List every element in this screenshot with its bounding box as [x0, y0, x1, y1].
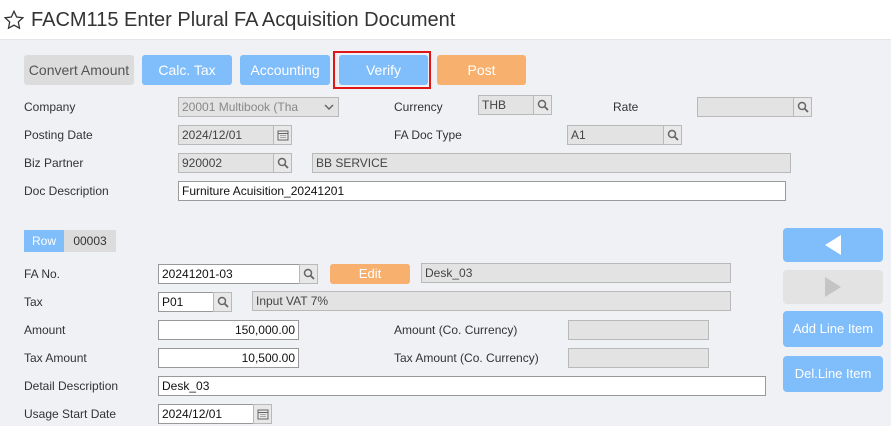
search-icon[interactable]	[533, 95, 552, 115]
rate-label: Rate	[613, 100, 639, 114]
amount-co-label: Amount (Co. Currency)	[394, 323, 518, 337]
company-value: 20001 Multibook (Tha	[182, 100, 299, 114]
doc-description-field[interactable]: Furniture Acuisition_20241201	[178, 181, 786, 201]
chevron-down-icon	[324, 98, 334, 116]
detail-description-label: Detail Description	[24, 379, 119, 393]
doc-description-label: Doc Description	[24, 184, 109, 198]
row-number: 00003	[64, 230, 116, 252]
search-icon[interactable]	[213, 292, 232, 312]
amount-co-field	[568, 320, 709, 340]
previous-row-button[interactable]	[783, 228, 883, 262]
usage-start-date-label: Usage Start Date	[24, 407, 117, 421]
amount-field[interactable]: 150,000.00	[158, 320, 299, 340]
currency-field[interactable]: THB	[478, 95, 534, 115]
search-icon[interactable]	[793, 97, 812, 117]
fa-doc-type-field[interactable]: A1	[567, 125, 664, 145]
amount-label: Amount	[24, 323, 66, 337]
tax-amount-co-field	[568, 348, 709, 368]
calendar-icon[interactable]	[253, 404, 272, 424]
tax-name-field: Input VAT 7%	[252, 291, 731, 311]
tax-code-field[interactable]: P01	[158, 292, 214, 312]
calendar-icon[interactable]	[273, 125, 292, 145]
del-line-item-button[interactable]: Del.Line Item	[783, 356, 883, 392]
posting-date-field[interactable]: 2024/12/01	[178, 125, 274, 145]
next-row-button[interactable]	[783, 270, 883, 304]
currency-label: Currency	[394, 100, 443, 114]
tax-label: Tax	[24, 295, 43, 309]
calc-tax-button[interactable]: Calc. Tax	[142, 55, 232, 85]
arrow-left-icon	[822, 234, 844, 259]
edit-button[interactable]: Edit	[330, 264, 410, 284]
posting-date-label: Posting Date	[24, 128, 93, 142]
fa-no-label: FA No.	[24, 267, 61, 281]
accounting-button[interactable]: Accounting	[240, 55, 330, 85]
biz-partner-name-field: BB SERVICE	[312, 153, 791, 173]
biz-partner-code-field[interactable]: 920002	[178, 153, 274, 173]
fa-no-field[interactable]: 20241201-03	[158, 264, 300, 284]
fa-name-field: Desk_03	[421, 263, 731, 283]
tax-amount-label: Tax Amount	[24, 351, 87, 365]
add-line-item-button[interactable]: Add Line Item	[783, 311, 883, 347]
verify-button[interactable]: Verify	[339, 55, 428, 85]
usage-start-date-field[interactable]: 2024/12/01	[158, 404, 254, 424]
fa-doc-type-label: FA Doc Type	[394, 128, 462, 142]
tax-amount-field[interactable]: 10,500.00	[158, 348, 299, 368]
rate-field[interactable]	[697, 97, 794, 117]
biz-partner-label: Biz Partner	[24, 156, 84, 170]
company-label: Company	[24, 100, 76, 114]
post-button[interactable]: Post	[437, 55, 526, 85]
detail-description-field[interactable]: Desk_03	[158, 376, 766, 396]
convert-amount-button[interactable]: Convert Amount	[24, 55, 134, 85]
company-select[interactable]: 20001 Multibook (Tha	[178, 97, 339, 117]
search-icon[interactable]	[663, 125, 682, 145]
search-icon[interactable]	[299, 264, 318, 284]
arrow-right-icon	[822, 276, 844, 301]
search-icon[interactable]	[273, 153, 292, 173]
tax-amount-co-label: Tax Amount (Co. Currency)	[394, 351, 539, 365]
star-icon[interactable]	[3, 9, 25, 31]
row-tab[interactable]: Row	[24, 230, 64, 252]
page-title: FACM115 Enter Plural FA Acquisition Docu…	[31, 9, 456, 31]
